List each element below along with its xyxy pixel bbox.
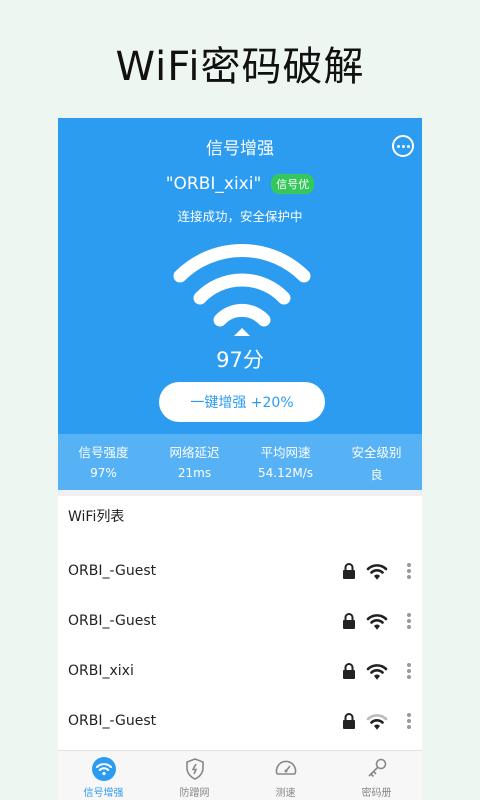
wifi-name: ORBI_-Guest: [68, 713, 157, 729]
wifi-list-item[interactable]: ORBI_-Guest: [58, 596, 422, 646]
nav-item-speed-test[interactable]: 测速: [240, 751, 331, 800]
stat-value: 54.12M/s: [257, 466, 313, 480]
nav-label: 测速: [275, 788, 296, 799]
nav-label: 信号增强: [83, 788, 124, 799]
more-options-icon[interactable]: [402, 561, 416, 581]
stat-security-level: 安全级别 良: [331, 434, 422, 490]
nav-label: 密码册: [361, 788, 392, 799]
wifi-name: ORBI_-Guest: [68, 613, 157, 629]
stat-label: 网络延迟: [169, 445, 220, 460]
shield-icon: [185, 758, 204, 780]
stat-label: 安全级别: [351, 445, 402, 460]
bottom-nav: 信号增强 防蹭网 测速 密码册: [58, 750, 422, 800]
nav-item-password-book[interactable]: 密码册: [331, 751, 422, 800]
wifi-signal-icon: [366, 664, 388, 680]
stats-bar: 信号强度 97% 网络延迟 21ms 平均网速 54.12M/s 安全级别 良: [58, 434, 422, 490]
stat-value: 21ms: [177, 466, 212, 480]
wifi-signal-icon: [366, 614, 388, 630]
connection-status: 连接成功，安全保护中: [177, 209, 303, 224]
more-options-icon[interactable]: [402, 711, 416, 731]
wifi-list-item[interactable]: ORBI_xixi: [58, 646, 422, 696]
wifi-list: ORBI_-Guest ORBI_-Guest ORBI_xixi ORBI_-…: [58, 546, 422, 746]
connected-ssid: "ORBI_xixi": [165, 174, 262, 194]
signal-score: 97分: [216, 348, 264, 372]
section-divider: [58, 490, 422, 496]
wifi-icon: [91, 757, 116, 781]
stat-value: 97%: [90, 466, 117, 480]
one-click-boost-button[interactable]: 一键增强 +20%: [159, 382, 325, 422]
more-options-icon[interactable]: [402, 661, 416, 681]
connected-network: "ORBI_xixi" 信号优: [58, 174, 422, 194]
wifi-name: ORBI_xixi: [68, 663, 134, 679]
wifi-list-item[interactable]: ORBI_-Guest: [58, 696, 422, 746]
speedometer-icon: [275, 760, 296, 775]
nav-item-signal-boost[interactable]: 信号增强: [58, 751, 149, 800]
lock-icon: [343, 563, 355, 579]
lock-icon: [343, 663, 355, 679]
page-title: 信号增强: [206, 139, 274, 159]
nav-label: 防蹭网: [179, 788, 210, 799]
wifi-signal-icon: [366, 564, 388, 580]
promo-title: WiFi密码破解: [115, 44, 365, 90]
stat-latency: 网络延迟 21ms: [149, 434, 240, 490]
stat-label: 信号强度: [78, 445, 129, 460]
lock-icon: [343, 613, 355, 629]
key-icon: [367, 758, 386, 778]
stat-value: 良: [370, 468, 383, 482]
more-options-icon[interactable]: [402, 611, 416, 631]
lock-icon: [343, 713, 355, 729]
wifi-list-item[interactable]: ORBI_-Guest: [58, 546, 422, 596]
app-screen: 信号增强 "ORBI_xixi" 信号优 连接成功，安全保护中 97分 一键增强…: [58, 118, 422, 800]
stat-label: 平均网速: [260, 445, 311, 460]
nav-item-anti-leech[interactable]: 防蹭网: [149, 751, 240, 800]
signal-header-panel: 信号增强 "ORBI_xixi" 信号优 连接成功，安全保护中 97分 一键增强…: [58, 118, 422, 490]
wifi-large-icon: [173, 243, 311, 336]
stat-avg-speed: 平均网速 54.12M/s: [240, 434, 331, 490]
wifi-list-title: WiFi列表: [68, 509, 125, 525]
stat-signal-strength: 信号强度 97%: [58, 434, 149, 490]
wifi-signal-icon: [366, 714, 388, 730]
signal-quality-badge: 信号优: [271, 174, 315, 194]
wifi-name: ORBI_-Guest: [68, 563, 157, 579]
chat-dots-icon[interactable]: [392, 135, 414, 157]
